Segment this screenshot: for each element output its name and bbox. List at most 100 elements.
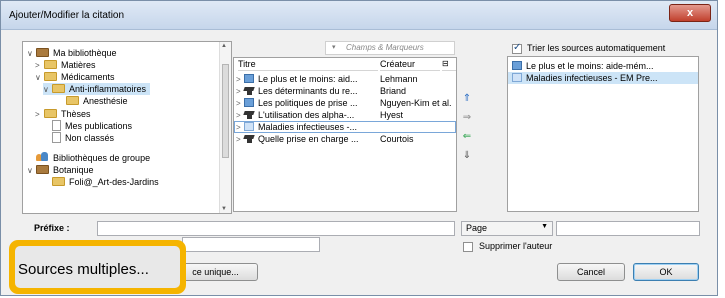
add-source-icon[interactable]: ⇒ (461, 112, 473, 123)
item-creator: Hyest (380, 110, 404, 120)
source-item[interactable]: Maladies infectieuses - EM Pre... (508, 72, 698, 84)
tree-item-label: Botanique (53, 165, 94, 175)
folder-icon (52, 84, 65, 93)
suffix-input[interactable] (182, 237, 320, 252)
book-icon (244, 122, 254, 131)
title-bar: Ajouter/Modifier la citation x (1, 1, 717, 30)
prefix-input[interactable] (97, 221, 455, 236)
document-icon (52, 132, 61, 143)
tree-item[interactable]: Anesthésie (57, 95, 128, 107)
move-up-icon[interactable]: ⇑ (461, 93, 473, 104)
items-table[interactable]: Titre Créateur ⊟ > Le plus et le moins: a… (233, 57, 457, 212)
multiple-sources-button[interactable]: Sources multiples... (9, 240, 186, 294)
close-button[interactable]: x (669, 4, 711, 22)
thesis-icon (244, 135, 254, 143)
tree-item-label: Ma bibliothèque (53, 48, 117, 58)
sort-sources-label: Trier les sources automatiquement (527, 43, 666, 53)
scroll-down-icon[interactable]: ▼ (221, 206, 227, 212)
item-title: Les déterminants du re... (258, 86, 358, 96)
tree-item[interactable]: Non classés (43, 132, 114, 144)
locator-value: Page (466, 223, 488, 233)
tree-item-label: Anti-inflammatoires (69, 84, 147, 94)
tree-item[interactable]: Mes publications (43, 120, 132, 132)
table-row[interactable]: > Maladies infectieuses -... (234, 121, 456, 133)
tree-item-label: Non classés (65, 133, 115, 143)
close-icon: x (686, 7, 694, 19)
item-creator: Lehmann (380, 74, 418, 84)
row-expand-icon[interactable]: > (236, 134, 244, 146)
search-placeholder: Champs & Marqueurs (346, 43, 424, 52)
item-title: Maladies infectieuses -... (258, 122, 358, 132)
source-label: Le plus et le moins: aide-mém... (526, 61, 654, 71)
tree-item[interactable]: > Thèses (35, 108, 91, 120)
expand-arrow-icon[interactable]: ∨ (43, 84, 52, 96)
suppress-author-checkbox[interactable] (463, 242, 473, 252)
table-row[interactable]: > Les politiques de prise ... Nguyen-Kim e… (234, 97, 456, 109)
tree-item-label: Médicaments (61, 72, 115, 82)
multiple-sources-button-face: Sources multiples... (15, 246, 180, 288)
table-row[interactable]: > Les déterminants du re... Briand (234, 85, 456, 97)
column-header-creator[interactable]: Créateur (380, 58, 440, 71)
item-title: L'utilisation des alpha-... (258, 110, 355, 120)
tree-item-label: Anesthésie (83, 96, 128, 106)
item-title: Les politiques de prise ... (258, 98, 358, 108)
source-item[interactable]: Le plus et le moins: aide-mém... (508, 60, 698, 72)
column-header-title[interactable]: Titre (238, 58, 378, 71)
tree-item[interactable]: ∨ Anti-inflammatoires (43, 83, 151, 96)
book-icon (244, 98, 254, 107)
tree-scroll-thumb[interactable] (222, 64, 229, 158)
search-field[interactable]: ▾ Champs & Marqueurs (325, 41, 455, 55)
item-title: Le plus et le moins: aid... (258, 74, 358, 84)
folder-icon (36, 165, 49, 174)
suppress-author-label: Supprimer l'auteur (479, 241, 553, 251)
book-icon (244, 74, 254, 83)
table-row[interactable]: > L'utilisation des alpha-... Hyest (234, 109, 456, 121)
tree-item[interactable]: ∨ Botanique (27, 164, 94, 176)
tree-item-label: Matières (61, 60, 96, 70)
sort-sources-checkbox[interactable] (512, 42, 522, 54)
folder-icon (44, 60, 57, 69)
group-icon (36, 152, 49, 162)
folder-icon (36, 48, 49, 57)
remove-source-icon[interactable]: ⇐ (461, 131, 473, 142)
item-title: Quelle prise en charge ... (258, 134, 359, 144)
selected-sources-list[interactable]: Le plus et le moins: aide-mém... Maladies… (507, 56, 699, 212)
folder-icon (44, 72, 57, 81)
folder-icon (66, 96, 79, 105)
locator-select[interactable]: Page ▼ (461, 221, 553, 236)
scroll-up-icon[interactable]: ▲ (221, 43, 227, 49)
item-creator: Courtois (380, 134, 414, 144)
tree-item-label: Mes publications (65, 121, 133, 131)
tree-item[interactable]: Bibliothèques de groupe (27, 152, 150, 164)
document-icon (52, 120, 61, 131)
dialog-title: Ajouter/Modifier la citation (9, 10, 125, 21)
ok-button[interactable]: OK (633, 263, 699, 281)
book-icon (512, 73, 522, 82)
tree-item[interactable]: Foli@_Art-des-Jardins (43, 176, 159, 188)
table-row[interactable]: > Le plus et le moins: aid... Lehmann (234, 73, 456, 85)
column-options-icon[interactable]: ⊟ (442, 58, 456, 71)
search-chevron-icon: ▾ (332, 44, 336, 51)
multiple-sources-label: Sources multiples... (18, 261, 149, 278)
locator-input[interactable] (556, 221, 700, 236)
prefix-label: Préfixe : (34, 223, 70, 233)
cancel-button[interactable]: Cancel (557, 263, 625, 281)
move-down-icon[interactable]: ⇓ (461, 150, 473, 161)
tree-scrollbar[interactable]: ▲ ▼ (219, 42, 231, 213)
source-label: Maladies infectieuses - EM Pre... (526, 73, 658, 83)
table-row[interactable]: > Quelle prise en charge ... Courtois (234, 133, 456, 145)
tree-item[interactable]: ∨ Médicaments (35, 71, 115, 83)
library-tree[interactable]: ∨ Ma bibliothèque > Matières ∨ Médicaments ∨ An… (22, 41, 232, 214)
item-creator: Briand (380, 86, 407, 96)
thesis-icon (244, 87, 254, 95)
folder-icon (44, 109, 57, 118)
tree-item[interactable]: > Matières (35, 59, 96, 71)
chevron-down-icon: ▼ (541, 223, 548, 230)
tree-item[interactable]: ∨ Ma bibliothèque (27, 47, 117, 59)
thesis-icon (244, 111, 254, 119)
expand-arrow-icon[interactable]: ∨ (27, 165, 36, 177)
book-icon (512, 61, 522, 70)
tree-item-label: Thèses (61, 109, 91, 119)
tree-item-label: Bibliothèques de groupe (53, 153, 151, 163)
folder-icon (52, 177, 65, 186)
